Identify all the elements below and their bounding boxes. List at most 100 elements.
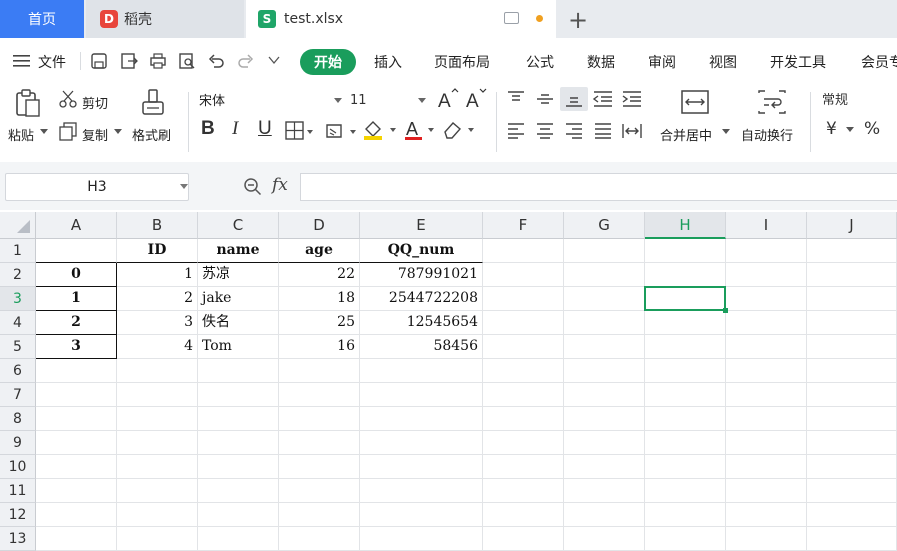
name-box-dropdown-icon[interactable] [180,184,188,190]
cell-j8[interactable] [807,407,897,431]
cell-g10[interactable] [564,455,645,479]
cell-f11[interactable] [483,479,564,503]
cell-i11[interactable] [726,479,807,503]
tab-daoke[interactable]: D 稻壳 [86,0,244,38]
align-middle-icon[interactable] [535,90,555,108]
wrap-text-button[interactable]: 自动换行 [741,125,793,144]
redo-icon[interactable] [237,52,255,70]
cell-b11[interactable] [117,479,198,503]
cell-d12[interactable] [279,503,360,527]
save-icon[interactable] [90,52,108,70]
select-all-corner[interactable] [0,212,36,239]
cell-i4[interactable] [726,311,807,335]
export-icon[interactable] [120,52,138,70]
cell-h6[interactable] [645,359,726,383]
menu-review[interactable]: 审阅 [648,52,676,72]
row-header-10[interactable]: 10 [0,455,36,479]
cell-j3[interactable] [807,287,897,311]
align-left-icon[interactable] [506,122,526,140]
copy-dropdown-icon[interactable] [114,129,122,135]
column-header-h[interactable]: H [645,212,726,239]
print-icon[interactable] [149,52,167,70]
distribute-icon[interactable] [621,122,643,140]
percent-icon[interactable]: % [864,119,880,139]
cell-g12[interactable] [564,503,645,527]
decrease-indent-icon[interactable] [592,90,614,108]
fill-handle[interactable] [723,308,728,313]
cell-d1[interactable]: age [279,239,360,263]
fx-icon[interactable]: fx [272,175,288,195]
cell-f12[interactable] [483,503,564,527]
cell-a10[interactable] [36,455,117,479]
align-top-icon[interactable] [506,90,526,108]
cell-i10[interactable] [726,455,807,479]
row-header-2[interactable]: 2 [0,263,36,287]
cell-c6[interactable] [198,359,279,383]
cut-button[interactable]: 剪切 [82,93,108,112]
bold-button[interactable]: B [201,118,215,140]
cell-e2[interactable]: 787991021 [360,263,483,287]
cell-f3[interactable] [483,287,564,311]
merge-dropdown-icon[interactable] [722,129,730,135]
cell-j4[interactable] [807,311,897,335]
paste-icon[interactable] [14,88,42,118]
cell-c10[interactable] [198,455,279,479]
undo-icon[interactable] [207,52,225,70]
column-header-i[interactable]: I [726,212,807,239]
cell-d8[interactable] [279,407,360,431]
cell-c13[interactable] [198,527,279,551]
cell-e3[interactable]: 2544722208 [360,287,483,311]
cell-a8[interactable] [36,407,117,431]
cell-j10[interactable] [807,455,897,479]
cell-g13[interactable] [564,527,645,551]
font-size-dropdown-icon[interactable] [418,98,426,104]
cell-d2[interactable]: 22 [279,263,360,287]
cell-h12[interactable] [645,503,726,527]
number-format-select[interactable]: 常规 [818,90,897,112]
menu-member[interactable]: 会员专 [861,52,897,72]
cell-a9[interactable] [36,431,117,455]
cell-a3[interactable]: 1 [36,287,117,311]
merge-center-button[interactable]: 合并居中 [660,125,712,144]
cell-j11[interactable] [807,479,897,503]
cell-b1[interactable]: ID [117,239,198,263]
cell-b10[interactable] [117,455,198,479]
hamburger-menu-icon[interactable] [12,53,30,71]
cell-g3[interactable] [564,287,645,311]
cell-j9[interactable] [807,431,897,455]
cell-i12[interactable] [726,503,807,527]
cell-e4[interactable]: 12545654 [360,311,483,335]
format-painter-button[interactable]: 格式刷 [132,125,171,144]
cell-c2[interactable]: 苏凉 [198,263,279,287]
cell-g11[interactable] [564,479,645,503]
cell-d4[interactable]: 25 [279,311,360,335]
cell-d10[interactable] [279,455,360,479]
align-center-icon[interactable] [535,122,555,140]
cell-f1[interactable] [483,239,564,263]
cell-j13[interactable] [807,527,897,551]
cell-f2[interactable] [483,263,564,287]
cell-h2[interactable] [645,263,726,287]
cell-h10[interactable] [645,455,726,479]
menu-formula[interactable]: 公式 [526,52,554,72]
menu-file[interactable]: 文件 [38,52,66,72]
cell-h8[interactable] [645,407,726,431]
cell-h5[interactable] [645,335,726,359]
cell-i1[interactable] [726,239,807,263]
cell-i5[interactable] [726,335,807,359]
cell-e13[interactable] [360,527,483,551]
cell-e9[interactable] [360,431,483,455]
cell-g4[interactable] [564,311,645,335]
cell-f13[interactable] [483,527,564,551]
column-header-c[interactable]: C [198,212,279,239]
menu-developer[interactable]: 开发工具 [770,52,826,72]
tab-file[interactable]: S test.xlsx [246,0,556,38]
row-header-12[interactable]: 12 [0,503,36,527]
column-header-b[interactable]: B [117,212,198,239]
clear-format-icon[interactable] [442,120,476,140]
wrap-text-icon[interactable] [757,89,787,115]
cell-c5[interactable]: Tom [198,335,279,359]
align-right-icon[interactable] [564,122,584,140]
cell-f10[interactable] [483,455,564,479]
cell-a7[interactable] [36,383,117,407]
